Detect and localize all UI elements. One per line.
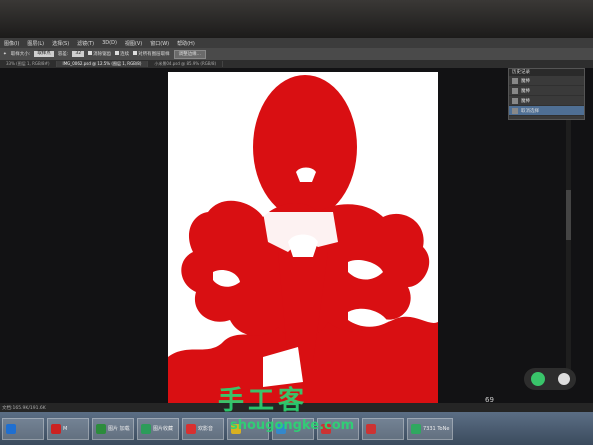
app-icon — [51, 423, 61, 434]
taskbar-item[interactable]: M — [47, 417, 89, 440]
taskbar-label: 7331 ToNe — [423, 425, 450, 432]
vertical-scrollbar[interactable] — [566, 120, 571, 370]
tab-doc-2[interactable]: IMG_0062.psd @ 12.5% (图层 1, RGB/8) — [56, 61, 149, 67]
artwork — [168, 75, 438, 412]
history-item[interactable]: 魔棒 — [509, 76, 584, 86]
menu-view[interactable]: 视图(V) — [121, 40, 146, 47]
refine-edge-button[interactable]: 调整边缘... — [173, 49, 206, 59]
circle-icon[interactable] — [557, 373, 570, 385]
taskbar-label: 图片收藏 — [153, 426, 174, 432]
menu-help[interactable]: 帮助(H) — [173, 40, 199, 47]
scrollbar-thumb[interactable] — [566, 190, 571, 240]
antialias-checkbox[interactable]: 消除锯齿 — [88, 51, 111, 57]
watermark-text: 手工客 — [218, 386, 309, 416]
watermark-url: shougongke.com — [230, 418, 355, 433]
floating-widget[interactable] — [524, 368, 576, 390]
taskbar-item[interactable] — [2, 417, 44, 440]
taskbar-item[interactable] — [362, 417, 404, 440]
menu-bar: 图像(I) 图层(L) 选择(S) 滤镜(T) 3D(D) 视图(V) 窗口(W… — [0, 38, 593, 48]
magic-wand-icon — [512, 77, 518, 84]
menu-filter[interactable]: 滤镜(T) — [73, 40, 98, 47]
contiguous-checkbox[interactable]: 连续 — [115, 51, 129, 57]
deselect-icon — [512, 107, 518, 114]
green-status-icon[interactable] — [530, 372, 545, 386]
history-item[interactable]: 魔棒 — [509, 86, 584, 96]
taskbar-item[interactable]: 图片 加载 — [92, 417, 134, 440]
doc-size: 文档:165.9K/191.6K — [2, 405, 46, 411]
document-canvas[interactable] — [168, 72, 438, 412]
app-icon — [366, 423, 376, 434]
taskbar-item[interactable]: 图片收藏 — [137, 417, 179, 440]
app-icon — [411, 423, 421, 434]
magic-wand-icon — [512, 87, 518, 94]
menu-3d[interactable]: 3D(D) — [98, 40, 121, 46]
tab-doc-3[interactable]: 小米景04.psd @ 85.9% (RGB/8) — [148, 61, 224, 67]
magic-wand-icon — [512, 97, 518, 104]
app-icon — [6, 423, 16, 434]
app-icon — [96, 423, 106, 434]
taskbar-item[interactable]: 7331 ToNe — [407, 417, 454, 440]
sample-size-label: 取样大小: — [10, 52, 31, 57]
tolerance-input[interactable]: 32 — [72, 51, 85, 57]
taskbar-label: 图片 加载 — [108, 426, 130, 432]
menu-select[interactable]: 选择(S) — [48, 40, 73, 47]
history-panel: 历史记录 魔棒 魔棒 魔棒 取消选择 — [508, 68, 585, 120]
menu-layer[interactable]: 图层(L) — [23, 40, 48, 47]
menu-window[interactable]: 窗口(W) — [146, 40, 173, 47]
menu-image[interactable]: 图像(I) — [0, 40, 23, 47]
history-item[interactable]: 魔棒 — [509, 96, 584, 106]
magic-wand-icon[interactable]: ✦ — [3, 52, 7, 57]
history-panel-title: 历史记录 — [509, 69, 584, 76]
options-bar: ✦ 取样大小: 取样点 容差: 32 消除锯齿 连续 对所有图层取样 调整边缘.… — [0, 48, 593, 60]
tolerance-label: 容差: — [57, 52, 69, 57]
tab-doc-1[interactable]: 33% (图层 1, RGB/8#) — [0, 61, 57, 67]
taskbar-label: M — [63, 425, 68, 432]
app-icon — [186, 423, 196, 434]
history-item-selected[interactable]: 取消选择 — [509, 106, 584, 116]
app-icon — [141, 423, 151, 434]
all-layers-checkbox[interactable]: 对所有图层取样 — [133, 51, 170, 57]
taskbar-item[interactable]: 欢影音 — [182, 417, 224, 440]
document-tabs: 33% (图层 1, RGB/8#) IMG_0062.psd @ 12.5% … — [0, 60, 593, 68]
taskbar-label: 欢影音 — [198, 426, 214, 432]
sample-size-select[interactable]: 取样点 — [34, 51, 54, 57]
monitor-bezel — [0, 0, 593, 38]
